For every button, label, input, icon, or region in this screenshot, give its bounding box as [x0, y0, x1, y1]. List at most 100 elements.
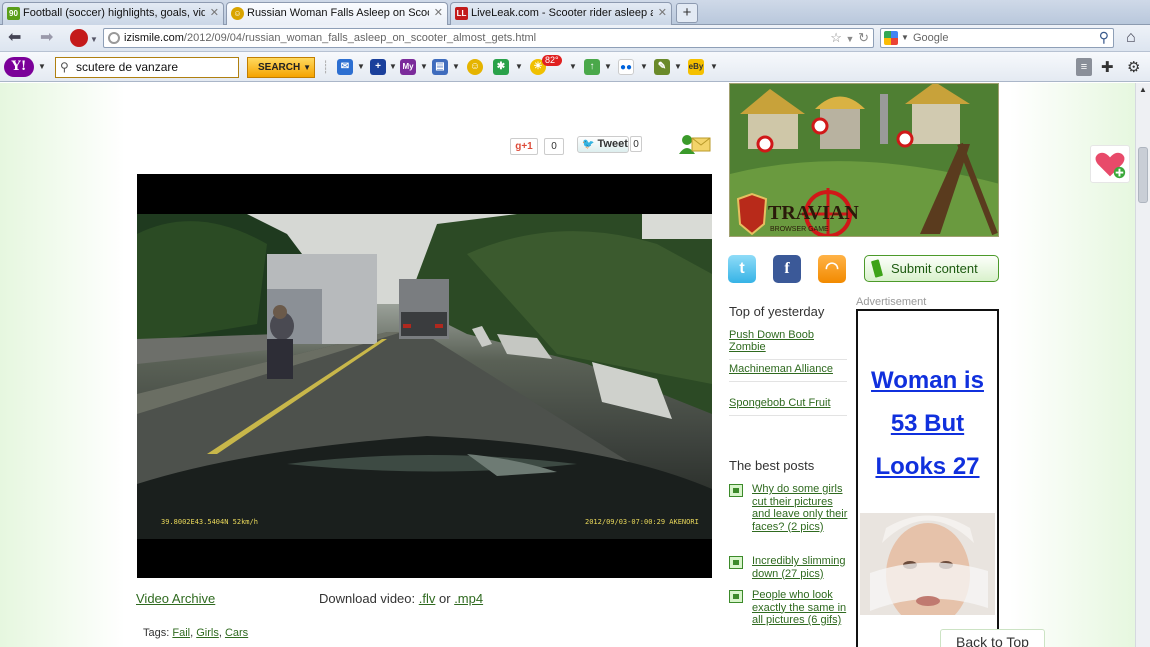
- tab-bar: 90 Football (soccer) highlights, goals, …: [0, 0, 1150, 26]
- google-plus-widget: g+1 0: [510, 138, 564, 157]
- post-thumbnail-icon: [729, 484, 743, 497]
- top-yesterday-link[interactable]: Push Down Boob Zombie: [729, 329, 847, 360]
- tab-close-icon[interactable]: ✕: [210, 3, 219, 24]
- video-archive-link[interactable]: Video Archive: [136, 591, 215, 606]
- ad-headline-line: 53 But: [890, 410, 965, 437]
- addon-dropdown-icon[interactable]: ▼: [90, 30, 98, 50]
- tab-football[interactable]: 90 Football (soccer) highlights, goals, …: [2, 2, 224, 25]
- toolbar-menu-icon[interactable]: ≡: [1076, 58, 1092, 76]
- google-engine-icon[interactable]: [884, 31, 898, 45]
- google-plus-button[interactable]: g+1: [510, 138, 538, 155]
- advertisement-box[interactable]: Woman is 53 But Looks 27: [856, 309, 999, 647]
- tweet-label: Tweet: [597, 138, 628, 150]
- yahoo-search-button[interactable]: SEARCH ▼: [247, 57, 315, 78]
- ad-face-image: [860, 513, 995, 615]
- flickr-caret-icon[interactable]: ▼: [640, 59, 648, 75]
- navigation-bar: ⬅ ➡ ▼ izismile.com/2012/09/04/russian_wo…: [0, 25, 1150, 52]
- web-search-box[interactable]: ▼ Google ⚲: [880, 28, 1114, 48]
- weather-caret-icon[interactable]: ▼: [569, 59, 577, 75]
- new-tab-button[interactable]: +: [676, 3, 698, 23]
- page-scrollbar[interactable]: ▲: [1135, 83, 1150, 647]
- tab-close-icon[interactable]: ✕: [434, 3, 443, 24]
- messenger-icon[interactable]: ☺: [467, 59, 483, 75]
- download-mp4-link[interactable]: .mp4: [454, 591, 483, 606]
- tweet-count: 0: [630, 136, 642, 152]
- scroll-up-arrow-icon[interactable]: ▲: [1136, 83, 1150, 97]
- tag-link[interactable]: Cars: [225, 627, 248, 639]
- tag-link[interactable]: Girls: [196, 627, 219, 639]
- video-frame: 39.8002E43.5404N 52km/h 2012/09/03-07:00…: [137, 214, 712, 539]
- my-yahoo-caret-icon[interactable]: ▼: [420, 59, 428, 75]
- top-yesterday-link[interactable]: Spongebob Cut Fruit: [729, 397, 847, 416]
- best-post-link[interactable]: Incredibly slimming down (27 pics): [752, 555, 849, 580]
- news-icon[interactable]: ▤: [432, 59, 448, 75]
- home-icon[interactable]: ⌂: [1126, 28, 1136, 48]
- url-bar-actions: ☆ ▼ ↻: [830, 29, 869, 48]
- page-background-left: [0, 83, 125, 647]
- yahoo-search-input[interactable]: ⚲ scutere de vanzare: [55, 57, 239, 78]
- games-icon[interactable]: ✱: [493, 59, 509, 75]
- football-icon: 90: [7, 7, 20, 20]
- mail-icon[interactable]: ✉: [337, 59, 353, 75]
- top-yesterday-link[interactable]: Machineman Alliance: [729, 363, 847, 382]
- ebay-icon[interactable]: eBy: [688, 59, 704, 75]
- google-plus-count: 0: [544, 138, 564, 155]
- tags-list: Tags: Fail, Girls, Cars: [143, 627, 249, 639]
- news-caret-icon[interactable]: ▼: [452, 59, 460, 75]
- tab-close-icon[interactable]: ✕: [658, 3, 667, 24]
- submit-content-button[interactable]: Submit content: [864, 255, 999, 282]
- rss-icon[interactable]: ◠: [818, 255, 846, 283]
- best-post-link[interactable]: People who look exactly the same in all …: [752, 589, 849, 627]
- address-bar[interactable]: izismile.com/2012/09/04/russian_woman_fa…: [103, 28, 874, 48]
- tab-liveleak[interactable]: LL LiveLeak.com - Scooter rider asleep a…: [450, 2, 672, 25]
- video-player[interactable]: 39.8002E43.5404N 52km/h 2012/09/03-07:00…: [137, 174, 712, 578]
- forward-arrow-icon[interactable]: ➡: [40, 28, 53, 48]
- add-button-icon[interactable]: ✚: [1101, 58, 1114, 76]
- yahoo-logo[interactable]: Y!: [4, 57, 34, 77]
- twitter-icon[interactable]: t: [728, 255, 756, 283]
- flickr-icon[interactable]: ●●: [618, 59, 634, 75]
- tab-izismile[interactable]: ☺ Russian Woman Falls Asleep on Scooter,…: [226, 2, 448, 26]
- yahoo-toolbar: Y! ▼ ⚲ scutere de vanzare SEARCH ▼ ┊ ✉ ▼…: [0, 52, 1150, 82]
- email-share-icon[interactable]: [678, 133, 712, 155]
- search-dropdown-icon[interactable]: ▼: [303, 58, 311, 77]
- my-yahoo-icon[interactable]: My: [400, 59, 416, 75]
- site-identity-icon[interactable]: [108, 32, 120, 44]
- post-thumbnail-icon: [729, 556, 743, 569]
- twitter-bird-icon: 🐦: [582, 139, 595, 150]
- search-icon[interactable]: ⚲: [1099, 28, 1109, 46]
- url-dropdown-icon[interactable]: ▼: [846, 34, 855, 44]
- travian-banner[interactable]: TRAVIAN BROWSER GAME: [729, 83, 999, 237]
- back-to-top-button[interactable]: Back to Top: [940, 629, 1045, 647]
- answers-caret-icon[interactable]: ▼: [674, 59, 682, 75]
- mail-caret-icon[interactable]: ▼: [357, 59, 365, 75]
- search-icon: ⚲: [60, 60, 69, 74]
- reload-icon[interactable]: ↻: [858, 30, 869, 45]
- ebay-caret-icon[interactable]: ▼: [710, 59, 718, 75]
- tweet-button[interactable]: 🐦 Tweet: [577, 136, 629, 153]
- bookmarks-caret-icon[interactable]: ▼: [389, 59, 397, 75]
- tag-link[interactable]: Fail: [172, 627, 190, 639]
- games-caret-icon[interactable]: ▼: [515, 59, 523, 75]
- finance-icon[interactable]: ↑: [584, 59, 600, 75]
- notification-badge: 82°: [542, 55, 562, 66]
- back-arrow-icon[interactable]: ⬅: [8, 28, 21, 48]
- addon-ladybug-icon[interactable]: [70, 29, 88, 47]
- svg-text:TRAVIAN: TRAVIAN: [768, 202, 859, 224]
- download-flv-link[interactable]: .flv: [419, 591, 436, 606]
- bookmark-star-icon[interactable]: ☆: [830, 30, 842, 45]
- favorite-heart-icon[interactable]: [1090, 145, 1130, 183]
- tab-title: LiveLeak.com - Scooter rider asleep and …: [471, 7, 653, 19]
- facebook-icon[interactable]: f: [773, 255, 801, 283]
- ad-headline[interactable]: Woman is 53 But Looks 27: [858, 359, 997, 488]
- bookmarks-icon[interactable]: +: [370, 59, 386, 75]
- settings-gear-icon[interactable]: ⚙: [1127, 58, 1140, 76]
- scrollbar-thumb[interactable]: [1138, 147, 1148, 203]
- answers-icon[interactable]: ✎: [654, 59, 670, 75]
- video-gps-overlay: 39.8002E43.5404N 52km/h: [161, 518, 258, 526]
- engine-dropdown-icon[interactable]: ▼: [901, 29, 909, 47]
- yahoo-menu-caret-icon[interactable]: ▼: [38, 59, 46, 75]
- ad-headline-line: Looks 27: [875, 453, 980, 480]
- finance-caret-icon[interactable]: ▼: [604, 59, 612, 75]
- best-post-link[interactable]: Why do some girls cut their pictures and…: [752, 483, 849, 533]
